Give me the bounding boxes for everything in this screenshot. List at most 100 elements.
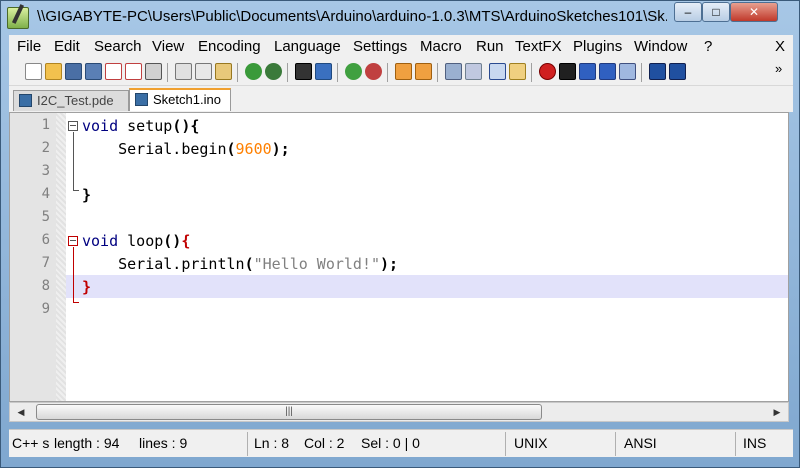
maximize-button[interactable]: □ [702,2,730,22]
save-all-icon[interactable] [85,63,102,80]
fold-toggle-icon[interactable] [68,121,78,131]
string-literal: "Hello World!" [253,255,381,273]
collapse-icon[interactable] [649,63,666,80]
tab-label: Sketch1.ino [153,92,221,107]
line-number: 4 [41,186,50,202]
toolbar-separator [287,63,288,82]
code-editor[interactable]: 1 2 3 4 5 6 7 8 9 void setup(){ Serial.b… [9,112,789,402]
indent-guide-icon[interactable] [489,63,506,80]
parens: () [172,117,191,135]
line-number: 6 [41,232,50,248]
identifier: Serial.begin [82,140,227,158]
notepad-plus-plus-window: \\GIGABYTE-PC\Users\Public\Documents\Ard… [0,0,800,468]
show-all-chars-icon[interactable] [465,63,482,80]
menu-edit[interactable]: Edit [54,38,80,55]
close-file-icon[interactable] [105,63,122,80]
title-bar[interactable]: \\GIGABYTE-PC\Users\Public\Documents\Ard… [1,1,799,35]
status-insert-mode: INS [743,435,767,451]
minimize-button[interactable]: – [674,2,702,22]
code-line: Serial.println("Hello World!"); [82,255,398,273]
paren: ( [244,255,254,273]
brace: } [82,186,92,204]
menu-language[interactable]: Language [274,38,341,55]
toolbar-separator [437,63,438,82]
menu-macro[interactable]: Macro [420,38,462,55]
status-separator [247,432,248,456]
tab-i2c-test[interactable]: I2C_Test.pde [13,90,129,111]
scrollbar-thumb[interactable]: ||| [36,404,542,420]
line-number: 5 [41,209,50,225]
line-number: 8 [41,278,50,294]
menu-search[interactable]: Search [94,38,142,55]
toolbar-overflow-icon[interactable]: » [775,61,782,76]
stop-macro-icon[interactable] [559,63,576,80]
fold-toggle-icon[interactable] [68,236,78,246]
identifier: setup [118,117,173,135]
save-icon[interactable] [65,63,82,80]
brace: } [82,278,92,296]
parens: () [163,232,182,250]
user-language-icon[interactable] [509,63,526,80]
cut-icon[interactable] [175,63,192,80]
scroll-left-icon[interactable]: ◀ [12,404,30,420]
copy-icon[interactable] [195,63,212,80]
record-macro-icon[interactable] [539,63,556,80]
fold-line [73,132,74,190]
menu-plugins[interactable]: Plugins [573,38,622,55]
expand-icon[interactable] [669,63,686,80]
keyword: void [82,232,119,250]
menu-window[interactable]: Window [634,38,687,55]
play-macro-icon[interactable] [579,63,596,80]
zoom-out-icon[interactable] [365,63,382,80]
menu-bar: File Edit Search View Encoding Language … [9,35,793,59]
toolbar-separator [641,63,642,82]
replace-icon[interactable] [315,63,332,80]
menu-help[interactable]: ? [704,38,712,55]
identifier: Serial.println [82,255,245,273]
code-line: } [82,186,91,204]
word-wrap-icon[interactable] [445,63,462,80]
menu-textfx[interactable]: TextFX [515,38,562,55]
horizontal-scrollbar[interactable]: ◀ ||| ▶ [9,402,789,422]
find-icon[interactable] [295,63,312,80]
menu-encoding[interactable]: Encoding [198,38,261,55]
menu-run[interactable]: Run [476,38,504,55]
line-number: 3 [41,163,50,179]
brace: { [181,232,191,250]
code-line: Serial.begin(9600); [82,140,290,158]
fold-end [73,302,79,303]
status-encoding: ANSI [624,435,657,451]
redo-icon[interactable] [265,63,282,80]
line-number: 1 [41,117,50,133]
menu-settings[interactable]: Settings [353,38,407,55]
print-icon[interactable] [145,63,162,80]
close-all-icon[interactable] [125,63,142,80]
sync-horizontal-icon[interactable] [415,63,432,80]
menu-file[interactable]: File [17,38,41,55]
paren: ); [380,255,399,273]
close-button[interactable]: ✕ [730,2,778,22]
paste-icon[interactable] [215,63,232,80]
new-file-icon[interactable] [25,63,42,80]
status-line: Ln : 8 [254,435,290,451]
undo-icon[interactable] [245,63,262,80]
tab-sketch1[interactable]: Sketch1.ino [129,88,231,111]
menu-view[interactable]: View [152,38,184,55]
line-number: 7 [41,255,50,271]
scroll-right-icon[interactable]: ▶ [768,404,786,420]
zoom-in-icon[interactable] [345,63,362,80]
line-number: 2 [41,140,50,156]
line-number: 9 [41,301,50,317]
window-title: \\GIGABYTE-PC\Users\Public\Documents\Ard… [37,8,667,25]
file-saved-icon [19,94,32,107]
sync-vertical-icon[interactable] [395,63,412,80]
close-document-button[interactable]: X [775,38,785,55]
fold-end [73,190,79,191]
toolbar-separator [531,63,532,82]
code-line: void loop(){ [82,232,190,250]
open-file-icon[interactable] [45,63,62,80]
file-saved-icon [135,93,148,106]
run-macro-multiple-icon[interactable] [599,63,616,80]
app-icon[interactable] [7,7,29,29]
save-macro-icon[interactable] [619,63,636,80]
